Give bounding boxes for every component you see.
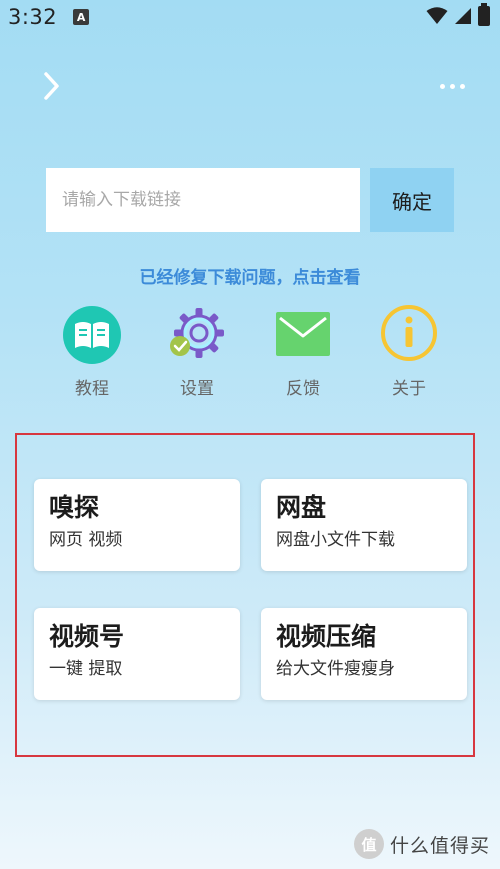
about-shortcut[interactable]: 关于	[364, 304, 454, 399]
card-subtitle: 网页 视频	[49, 530, 123, 550]
battery-icon	[478, 3, 490, 26]
chevron-right-icon	[44, 72, 59, 100]
gear-icon	[166, 304, 228, 366]
watermark-text: 什么值得买	[389, 834, 490, 857]
info-icon	[378, 304, 440, 366]
card-title: 视频压缩	[276, 622, 377, 651]
fix-notice-link[interactable]: 已经修复下载问题，点击查看	[0, 263, 500, 288]
feature-card-channels[interactable]: 视频号 一键 提取	[34, 608, 240, 700]
more-dot	[449, 83, 455, 89]
mail-icon	[272, 304, 334, 366]
card-title: 视频号	[49, 622, 125, 651]
notification-icon: A	[73, 9, 90, 25]
back-button[interactable]	[34, 66, 70, 106]
feature-card-netdisk[interactable]: 网盘 网盘小文件下载	[261, 479, 467, 571]
watermark: 值 什么值得买	[353, 829, 490, 859]
card-title: 网盘	[276, 493, 327, 522]
book-icon	[61, 304, 123, 366]
settings-shortcut[interactable]: 设置	[152, 304, 242, 399]
status-time: 3:32	[8, 5, 58, 29]
feature-card-compress[interactable]: 视频压缩 给大文件瘦瘦身	[261, 608, 467, 700]
settings-label: 设置	[180, 379, 214, 399]
about-label: 关于	[392, 379, 426, 399]
tutorial-shortcut[interactable]: 教程	[47, 304, 137, 399]
watermark-logo: 值	[353, 829, 384, 859]
feedback-label: 反馈	[286, 379, 320, 399]
confirm-button[interactable]: 确定	[370, 168, 454, 232]
card-subtitle: 网盘小文件下载	[276, 530, 395, 550]
card-subtitle: 给大文件瘦瘦身	[276, 659, 395, 679]
download-link-input[interactable]	[46, 168, 360, 232]
status-bar: 3:32 A	[0, 0, 500, 34]
feedback-shortcut[interactable]: 反馈	[258, 304, 348, 399]
card-title: 嗅探	[49, 493, 100, 522]
status-icons	[426, 3, 490, 26]
wifi-icon	[426, 7, 448, 24]
more-dot	[439, 83, 445, 89]
card-subtitle: 一键 提取	[49, 659, 123, 679]
signal-icon	[455, 8, 471, 24]
more-menu-button[interactable]	[432, 74, 472, 98]
tutorial-label: 教程	[75, 379, 109, 399]
more-dot	[459, 83, 465, 89]
feature-card-sniff[interactable]: 嗅探 网页 视频	[34, 479, 240, 571]
